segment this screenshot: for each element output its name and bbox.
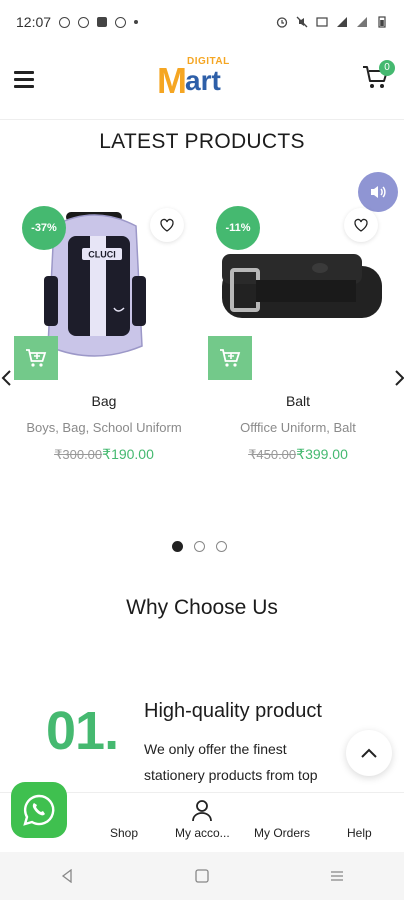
chevron-up-icon (361, 748, 377, 758)
feature-number: 01. (46, 701, 119, 761)
battery-icon (378, 16, 386, 28)
youtube-status-icon (97, 17, 108, 27)
product-card-bag[interactable]: CLUCI -37% Bag Boys, Bag, School Uniform… (14, 196, 194, 476)
carousel-prev-arrow-icon[interactable] (0, 368, 14, 388)
android-navigation-bar (0, 852, 404, 900)
wishlist-heart-button[interactable] (344, 208, 378, 242)
product-categories[interactable]: Boys, Bag, School Uniform (14, 420, 194, 435)
recents-icon[interactable] (327, 866, 347, 886)
whatsapp-icon (23, 794, 55, 826)
sale-price: ₹190.00 (102, 446, 154, 462)
app-status-icon (115, 16, 127, 28)
more-notifications-icon (134, 20, 139, 24)
volte-icon (316, 17, 328, 27)
signal-icon-2 (357, 17, 367, 27)
add-cart-icon (220, 349, 241, 367)
discount-badge: -11% (216, 206, 260, 250)
heart-icon (160, 218, 174, 232)
home-icon[interactable] (192, 866, 212, 886)
sale-price: ₹399.00 (296, 446, 348, 462)
whatsapp-button[interactable] (11, 782, 67, 838)
product-price: ₹300.00₹190.00 (14, 446, 194, 463)
signal-icon (337, 17, 347, 27)
carousel-dot-3[interactable] (216, 541, 227, 552)
nav-my-orders[interactable]: My Orders (254, 826, 310, 840)
alarm-icon (276, 17, 288, 28)
feature-text: We only offer the finest stationery prod… (144, 741, 318, 783)
add-to-cart-button[interactable] (14, 336, 58, 380)
hamburger-menu-icon[interactable] (14, 71, 34, 88)
carousel-next-arrow-icon[interactable] (392, 368, 404, 388)
status-time: 12:07 (16, 14, 52, 30)
account-user-icon[interactable] (190, 798, 214, 822)
add-to-cart-button[interactable] (208, 336, 252, 380)
carousel-dot-2[interactable] (194, 541, 205, 552)
old-price: ₹450.00 (248, 447, 297, 462)
heart-icon (354, 218, 368, 232)
cart-count-badge: 0 (379, 60, 395, 76)
feature-title: High-quality product (144, 700, 322, 722)
product-categories[interactable]: Offfice Uniform, Balt (208, 420, 388, 435)
nav-my-account[interactable]: My acco... (175, 826, 230, 840)
latest-products-title: LATEST PRODUCTS (99, 130, 305, 153)
whatsapp-status-icon (59, 16, 71, 28)
mute-icon (296, 16, 308, 28)
svg-text:CLUCI: CLUCI (88, 250, 116, 260)
old-price: ₹300.00 (54, 447, 103, 462)
digital-mart-logo[interactable]: DIGITAL M art (157, 52, 249, 101)
nav-shop[interactable]: Shop (110, 826, 138, 840)
carousel-dot-1[interactable] (172, 541, 183, 552)
product-name[interactable]: Bag (14, 393, 194, 409)
wishlist-heart-button[interactable] (150, 208, 184, 242)
nav-help[interactable]: Help (347, 826, 372, 840)
carousel-pagination (172, 541, 227, 552)
product-name[interactable]: Balt (208, 393, 388, 409)
logo-m-letter: M (157, 60, 187, 101)
product-card-balt[interactable]: -11% Balt Offfice Uniform, Balt ₹450.00₹… (208, 196, 388, 476)
logo-art-text: art (185, 65, 221, 96)
chat-status-icon (78, 16, 90, 28)
why-choose-us-title: Why Choose Us (126, 596, 278, 619)
discount-badge: -37% (22, 206, 66, 250)
status-bar: 12:07 (0, 0, 404, 44)
app-header: DIGITAL M art 0 (0, 44, 404, 120)
product-price: ₹450.00₹399.00 (208, 446, 388, 463)
scroll-to-top-button[interactable] (346, 730, 392, 776)
back-icon[interactable] (57, 866, 77, 886)
add-cart-icon (26, 349, 47, 367)
